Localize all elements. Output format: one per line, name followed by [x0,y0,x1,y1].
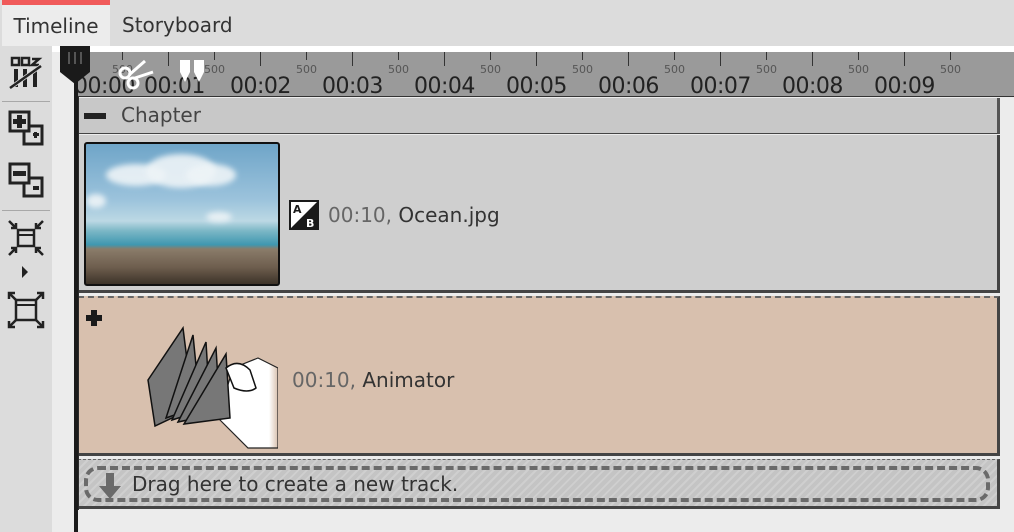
ruler-major-tick [444,52,445,66]
time-ruler[interactable]: 500 00:00 500 00:01 500 00:02 500 00:03 500 00:04… [74,52,1014,99]
ruler-major-tick [260,52,261,66]
svg-text:A: A [293,203,302,216]
zoom-full-button[interactable] [4,288,48,332]
ocean-thumbnail [84,142,280,286]
flipbook-animator-icon [147,325,278,449]
zoom-in-fit-icon [8,220,44,256]
ruler-minor-tick [490,52,491,60]
ruler-subsecond-label: 500 [572,63,593,76]
collapse-chapter-icon[interactable] [84,113,106,119]
ruler-minor-tick [858,52,859,60]
ruler-time-label: 00:04 [414,74,475,99]
ruler-minor-tick [674,52,675,60]
ruler-time-label: 00:07 [690,74,751,99]
toolbar-separator [2,210,50,211]
ruler-time-label: 00:06 [598,74,659,99]
clip-name: Animator [362,368,455,392]
snap-icon [8,56,43,90]
ruler-major-tick [720,52,721,66]
ruler-subsecond-label: 500 [940,63,961,76]
zoom-out-fit-icon [7,291,45,329]
zoom-options-dropdown[interactable] [20,264,30,283]
ruler-major-tick [628,52,629,66]
ruler-minor-tick [582,52,583,60]
clip-duration: 00:10, [292,368,356,392]
tab-bar: Timeline Storyboard [0,0,1014,46]
timeline-toolbar [0,46,52,532]
expand-plus-icon[interactable] [84,308,104,328]
marker-flags-icon[interactable] [178,60,208,84]
clip-name: Ocean.jpg [398,203,500,227]
animator-clip-label: 00:10, Animator [292,368,454,392]
tab-timeline[interactable]: Timeline [2,0,110,46]
ruler-major-tick [536,52,537,66]
triangle-right-icon [22,266,28,278]
playhead-handle[interactable] [58,46,92,86]
ruler-subsecond-label: 500 [848,63,869,76]
ruler-major-tick [352,52,353,66]
ruler-major-tick [812,52,813,66]
clip-duration: 00:10, [328,203,392,227]
tab-storyboard[interactable]: Storyboard [122,0,233,46]
track-ocean[interactable]: A B 00:10, Ocean.jpg [78,135,1000,293]
dropzone-border: Drag here to create a new track. [84,466,990,502]
arrow-down-icon [99,473,121,499]
ruler-major-tick [168,52,169,66]
svg-text:B: B [306,217,314,230]
track-animator[interactable]: 00:10, Animator [78,296,1000,456]
ruler-subsecond-label: 500 [480,63,501,76]
ruler-minor-tick [398,52,399,60]
ruler-time-label: 00:09 [874,74,935,99]
scissors-icon[interactable] [115,55,155,91]
ruler-subsecond-label: 500 [756,63,777,76]
ruler-minor-tick [766,52,767,60]
timeline-gutter [52,52,76,532]
ruler-subsecond-label: 500 [664,63,685,76]
dropzone-text: Drag here to create a new track. [132,472,459,496]
ruler-minor-tick [950,52,951,60]
expand-all-icon [8,110,44,146]
playhead-line[interactable] [74,60,78,532]
ab-transition-icon[interactable]: A B [288,199,320,231]
ruler-time-label: 00:02 [230,74,291,99]
ruler-minor-tick [214,52,215,60]
expand-all-button[interactable] [4,106,48,150]
toolbar-separator [2,101,50,102]
chapter-header[interactable]: Chapter [78,98,1000,134]
ruler-subsecond-label: 500 [296,63,317,76]
ruler-major-tick [904,52,905,66]
ruler-time-label: 00:08 [782,74,843,99]
ruler-time-label: 00:03 [322,74,383,99]
new-track-dropzone[interactable]: Drag here to create a new track. [78,459,1000,509]
snap-toggle-button[interactable] [4,50,48,94]
ruler-time-label: 00:05 [506,74,567,99]
ruler-subsecond-label: 500 [388,63,409,76]
ocean-clip-label: 00:10, Ocean.jpg [328,203,500,227]
collapse-all-button[interactable] [4,158,48,202]
zoom-fit-button[interactable] [4,216,48,260]
collapse-all-icon [8,162,44,198]
chapter-title: Chapter [121,103,201,127]
ruler-minor-tick [306,52,307,60]
